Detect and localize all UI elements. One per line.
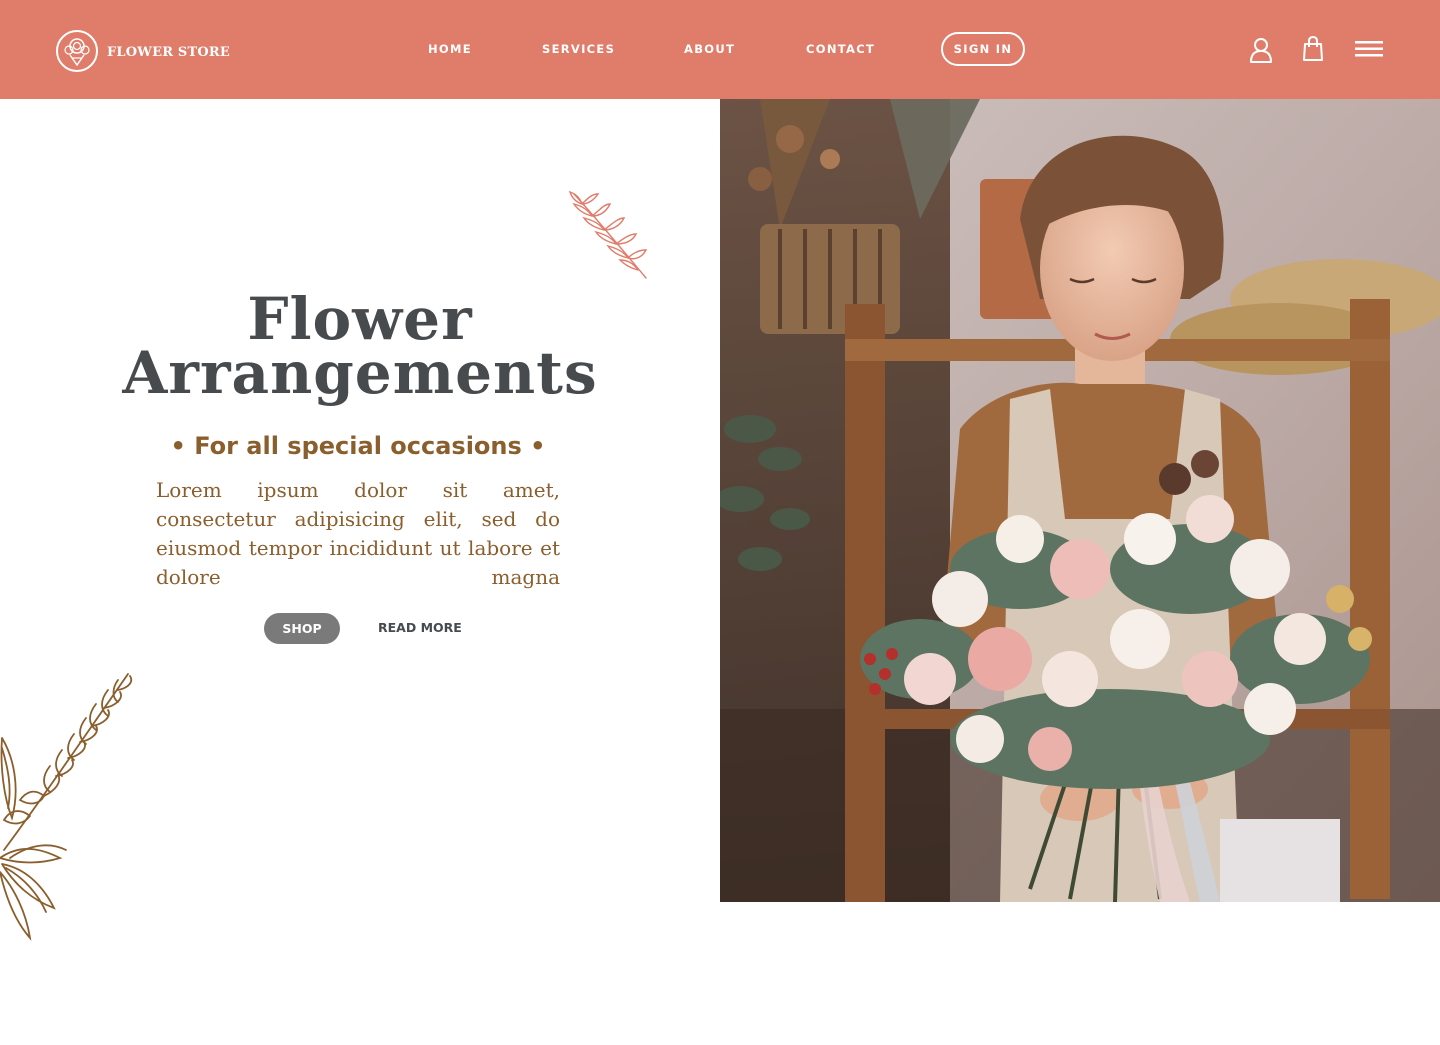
flower-logo-icon [56,30,98,72]
hero-title-line-2: Arrangements [122,339,598,407]
brand-logo[interactable]: FLOWER STORE [55,29,230,73]
nav-services-link[interactable]: SERVICES [542,42,615,56]
user-icon[interactable] [1249,37,1273,63]
nav-about-link[interactable]: ABOUT [684,42,735,56]
shop-button[interactable]: SHOP [264,613,340,644]
pink-leaf-sprig-decoration [568,190,648,279]
shopping-bag-icon[interactable] [1302,36,1324,62]
brand-name: FLOWER STORE [107,44,231,60]
read-more-link[interactable]: READ MORE [378,620,462,635]
hero-photo-florist-with-bouquet [720,99,1440,902]
hero-subtitle: • For all special occasions • [170,432,546,460]
brown-leaf-sprig-decoration [0,673,133,941]
menu-icon[interactable] [1355,40,1384,58]
site-header: FLOWER STORE HOME SERVICES ABOUT CONTACT… [0,0,1440,99]
nav-contact-link[interactable]: CONTACT [806,42,875,56]
nav-home-link[interactable]: HOME [428,42,472,56]
hero-description: Lorem ipsum dolor sit amet, consectetur … [156,478,560,589]
sign-in-button[interactable]: SIGN IN [941,32,1025,66]
hero-title: Flower Arrangements [120,290,600,402]
